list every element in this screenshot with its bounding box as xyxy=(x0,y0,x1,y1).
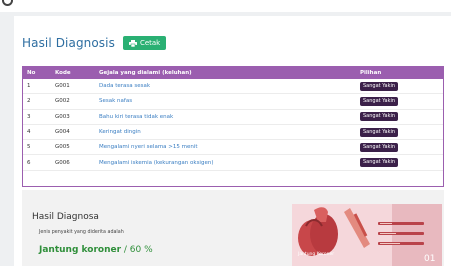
row-no: 4 xyxy=(27,129,31,136)
row-gejala[interactable]: Bahu kiri terasa tidak enak xyxy=(99,114,360,120)
heart-illustration: Jantung Koroner 01 xyxy=(292,204,442,266)
heart-infographic: Jantung Koroner 01 xyxy=(292,204,442,266)
choice-badge: Sangat Yakin xyxy=(360,127,399,137)
row-no: 6 xyxy=(27,159,31,166)
row-no: 5 xyxy=(27,144,31,151)
print-button[interactable]: Cetak xyxy=(122,36,167,50)
header-kode: Kode xyxy=(55,70,71,76)
choice-badge: Sangat Yakin xyxy=(360,96,399,106)
infographic-caption: Jantung Koroner xyxy=(297,251,334,257)
row-no: 1 xyxy=(27,83,31,90)
header-gejala: Gejala yang dialami (keluhan) xyxy=(99,70,192,76)
header-no: No xyxy=(27,70,36,76)
row-kode: G003 xyxy=(55,113,70,120)
row-kode: G005 xyxy=(55,144,70,151)
row-gejala[interactable]: Dada terasa sesak xyxy=(99,83,360,89)
page-header: Hasil Diagnosis Cetak xyxy=(22,36,167,50)
print-button-label: Cetak xyxy=(139,39,161,47)
row-gejala[interactable]: Sesak nafas xyxy=(99,98,360,104)
row-gejala[interactable]: Mengalami nyeri selama >15 menit xyxy=(99,144,360,150)
row-kode: G004 xyxy=(55,129,70,136)
table-row: 6 G006 Mengalami iskemia (kekurangan oks… xyxy=(23,155,443,171)
row-kode: G006 xyxy=(55,159,70,166)
symptom-table: No Kode Gejala yang dialami (keluhan) Pi… xyxy=(22,66,444,187)
row-no: 3 xyxy=(27,113,31,120)
result-description: Jenis penyakit yang diderita adalah xyxy=(39,230,124,235)
infographic-number: 01 xyxy=(424,254,435,264)
table-row: 4 G004 Keringat dingin Sangat Yakin xyxy=(23,125,443,141)
diagnosis-line: Jantung koroner / 60 % xyxy=(39,245,153,255)
row-gejala[interactable]: Keringat dingin xyxy=(99,129,360,135)
row-kode: G002 xyxy=(55,98,70,105)
result-title: Hasil Diagnosa xyxy=(32,212,99,222)
diagnosis-percentage: / 60 % xyxy=(123,245,153,255)
choice-badge: Sangat Yakin xyxy=(360,142,399,152)
print-icon xyxy=(128,39,137,47)
partial-icon xyxy=(2,0,13,6)
table-header: No Kode Gejala yang dialami (keluhan) Pi… xyxy=(23,67,443,79)
row-no: 2 xyxy=(27,98,31,105)
table-row: 3 G003 Bahu kiri terasa tidak enak Sanga… xyxy=(23,110,443,125)
page-title: Hasil Diagnosis xyxy=(22,36,115,50)
choice-badge: Sangat Yakin xyxy=(360,81,399,91)
diagnosis-name: Jantung koroner xyxy=(39,245,122,255)
table-row: 2 G002 Sesak nafas Sangat Yakin xyxy=(23,94,443,110)
top-strip xyxy=(0,0,451,12)
choice-badge: Sangat Yakin xyxy=(360,112,399,122)
diagnosis-card: Hasil Diagnosis Cetak No Kode Gejala yan… xyxy=(14,16,451,266)
table-row: 5 G005 Mengalami nyeri selama >15 menit … xyxy=(23,140,443,156)
header-pilihan: Pilihan xyxy=(360,70,382,76)
diagnosis-result-panel: Hasil Diagnosa Jenis penyakit yang dider… xyxy=(22,190,444,266)
choice-badge: Sangat Yakin xyxy=(360,158,399,168)
table-row: 1 G001 Dada terasa sesak Sangat Yakin xyxy=(23,79,443,95)
row-kode: G001 xyxy=(55,83,70,90)
row-gejala[interactable]: Mengalami iskemia (kekurangan oksigen) xyxy=(99,160,360,166)
